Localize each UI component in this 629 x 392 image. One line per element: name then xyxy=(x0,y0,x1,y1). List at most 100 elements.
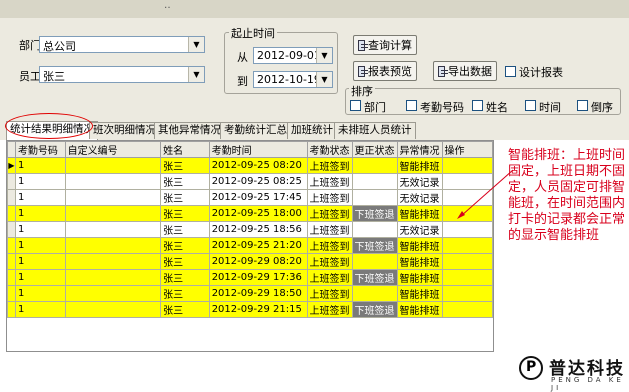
tab-unscheduled[interactable]: 未排班人员统计 xyxy=(334,122,416,139)
emp-select[interactable]: 张三 ▼ xyxy=(39,66,205,83)
cell-time[interactable]: 2012-09-25 08:25 xyxy=(208,173,308,190)
cell-fix[interactable]: 下班签退 xyxy=(351,269,398,286)
tab-overtime[interactable]: 加班统计 xyxy=(287,122,337,139)
cell-status[interactable]: 上班签到 xyxy=(306,157,353,174)
cell-custom[interactable] xyxy=(64,221,162,238)
tab-other-abnormal[interactable]: 其他异常情况 xyxy=(154,122,225,139)
cell-fix[interactable]: 下班签退 xyxy=(351,237,398,254)
from-date[interactable]: 2012-09-01 ▼ xyxy=(253,47,333,64)
sort-dept-checkbox[interactable] xyxy=(350,100,361,111)
record-grid[interactable]: 考勤号码 自定义编号 姓名 考勤时间 考勤状态 更正状态 异常情况 操作 ▶ 1 张… xyxy=(6,140,494,352)
query-button[interactable]: 查询计算 xyxy=(353,35,417,55)
cell-custom[interactable] xyxy=(64,237,162,254)
cell-custom[interactable] xyxy=(64,173,162,190)
cell-abnormal[interactable]: 智能排班 xyxy=(396,237,443,254)
cell-custom[interactable] xyxy=(64,157,162,174)
table-row[interactable]: 1 张三 2012-09-29 18:50 上班签到 智能排班 xyxy=(7,285,493,302)
cell-name[interactable]: 张三 xyxy=(160,157,210,174)
table-row[interactable]: 1 张三 2012-09-29 21:15 上班签到 下班签退 智能排班 xyxy=(7,301,493,318)
sort-id-checkbox[interactable] xyxy=(406,100,417,111)
cell-name[interactable]: 张三 xyxy=(160,189,210,206)
cell-fix[interactable] xyxy=(351,221,398,238)
row-indicator[interactable] xyxy=(7,253,16,270)
cell-fix[interactable] xyxy=(351,189,398,206)
cell-status[interactable]: 上班签到 xyxy=(306,173,353,190)
row-indicator[interactable] xyxy=(7,205,16,222)
cell-time[interactable]: 2012-09-29 21:15 xyxy=(208,301,308,318)
cell-custom[interactable] xyxy=(64,189,162,206)
table-row[interactable]: 1 张三 2012-09-25 08:25 上班签到 无效记录 xyxy=(7,173,493,190)
table-row[interactable]: 1 张三 2012-09-29 08:20 上班签到 智能排班 xyxy=(7,253,493,270)
cell-time[interactable]: 2012-09-25 08:20 xyxy=(208,157,308,174)
tab-shift-detail[interactable]: 班次明细情况 xyxy=(89,122,160,139)
row-indicator[interactable] xyxy=(7,301,16,318)
col-header-id[interactable]: 考勤号码 xyxy=(14,141,66,158)
cell-name[interactable]: 张三 xyxy=(160,285,210,302)
cell-id[interactable]: 1 xyxy=(14,285,66,302)
table-row[interactable]: 1 张三 2012-09-25 18:00 上班签到 下班签退 智能排班 xyxy=(7,205,493,222)
to-date[interactable]: 2012-10-19 ▼ xyxy=(253,71,333,88)
cell-op[interactable] xyxy=(441,221,493,238)
cell-custom[interactable] xyxy=(64,253,162,270)
cell-id[interactable]: 1 xyxy=(14,157,66,174)
chevron-down-icon[interactable]: ▼ xyxy=(316,48,332,63)
cell-time[interactable]: 2012-09-25 21:20 xyxy=(208,237,308,254)
cell-time[interactable]: 2012-09-29 18:50 xyxy=(208,285,308,302)
cell-time[interactable]: 2012-09-25 18:56 xyxy=(208,221,308,238)
cell-status[interactable]: 上班签到 xyxy=(306,269,353,286)
cell-abnormal[interactable]: 无效记录 xyxy=(396,189,443,206)
sort-name-checkbox[interactable] xyxy=(472,100,483,111)
chevron-down-icon[interactable]: ▼ xyxy=(188,37,204,52)
sort-time-checkbox[interactable] xyxy=(525,100,536,111)
chevron-down-icon[interactable]: ▼ xyxy=(188,67,204,82)
preview-button[interactable]: 报表预览 xyxy=(353,61,417,81)
cell-custom[interactable] xyxy=(64,301,162,318)
cell-op[interactable] xyxy=(441,301,493,318)
cell-status[interactable]: 上班签到 xyxy=(306,221,353,238)
cell-abnormal[interactable]: 智能排班 xyxy=(396,285,443,302)
table-row[interactable]: 1 张三 2012-09-25 18:56 上班签到 无效记录 xyxy=(7,221,493,238)
design-report-checkbox[interactable] xyxy=(505,66,516,77)
cell-status[interactable]: 上班签到 xyxy=(306,301,353,318)
col-header-time[interactable]: 考勤时间 xyxy=(208,141,308,158)
cell-name[interactable]: 张三 xyxy=(160,173,210,190)
chevron-down-icon[interactable]: ▼ xyxy=(316,72,332,87)
cell-abnormal[interactable]: 智能排班 xyxy=(396,253,443,270)
cell-id[interactable]: 1 xyxy=(14,301,66,318)
row-indicator[interactable] xyxy=(7,285,16,302)
cell-status[interactable]: 上班签到 xyxy=(306,189,353,206)
cell-abnormal[interactable]: 智能排班 xyxy=(396,301,443,318)
cell-fix[interactable]: 下班签退 xyxy=(351,301,398,318)
col-header-status[interactable]: 考勤状态 xyxy=(306,141,353,158)
cell-name[interactable]: 张三 xyxy=(160,237,210,254)
cell-op[interactable] xyxy=(441,285,493,302)
cell-op[interactable] xyxy=(441,269,493,286)
cell-custom[interactable] xyxy=(64,205,162,222)
cell-id[interactable]: 1 xyxy=(14,269,66,286)
cell-name[interactable]: 张三 xyxy=(160,253,210,270)
col-header-fix[interactable]: 更正状态 xyxy=(351,141,398,158)
cell-id[interactable]: 1 xyxy=(14,253,66,270)
cell-time[interactable]: 2012-09-29 17:36 xyxy=(208,269,308,286)
col-header-name[interactable]: 姓名 xyxy=(160,141,210,158)
cell-id[interactable]: 1 xyxy=(14,189,66,206)
export-button[interactable]: 导出数据 xyxy=(433,61,497,81)
sort-desc-checkbox[interactable] xyxy=(577,100,588,111)
cell-time[interactable]: 2012-09-25 17:45 xyxy=(208,189,308,206)
cell-time[interactable]: 2012-09-25 18:00 xyxy=(208,205,308,222)
cell-fix[interactable] xyxy=(351,173,398,190)
cell-name[interactable]: 张三 xyxy=(160,269,210,286)
row-indicator[interactable] xyxy=(7,237,16,254)
cell-abnormal[interactable]: 无效记录 xyxy=(396,173,443,190)
cell-status[interactable]: 上班签到 xyxy=(306,205,353,222)
cell-fix[interactable] xyxy=(351,157,398,174)
cell-name[interactable]: 张三 xyxy=(160,221,210,238)
table-row[interactable]: 1 张三 2012-09-29 17:36 上班签到 下班签退 智能排班 xyxy=(7,269,493,286)
cell-status[interactable]: 上班签到 xyxy=(306,253,353,270)
cell-id[interactable]: 1 xyxy=(14,221,66,238)
cell-op[interactable] xyxy=(441,253,493,270)
cell-abnormal[interactable]: 智能排班 xyxy=(396,205,443,222)
row-indicator[interactable]: ▶ xyxy=(7,157,16,174)
row-indicator[interactable] xyxy=(7,173,16,190)
tab-attendance-summary[interactable]: 考勤统计汇总 xyxy=(220,122,291,139)
